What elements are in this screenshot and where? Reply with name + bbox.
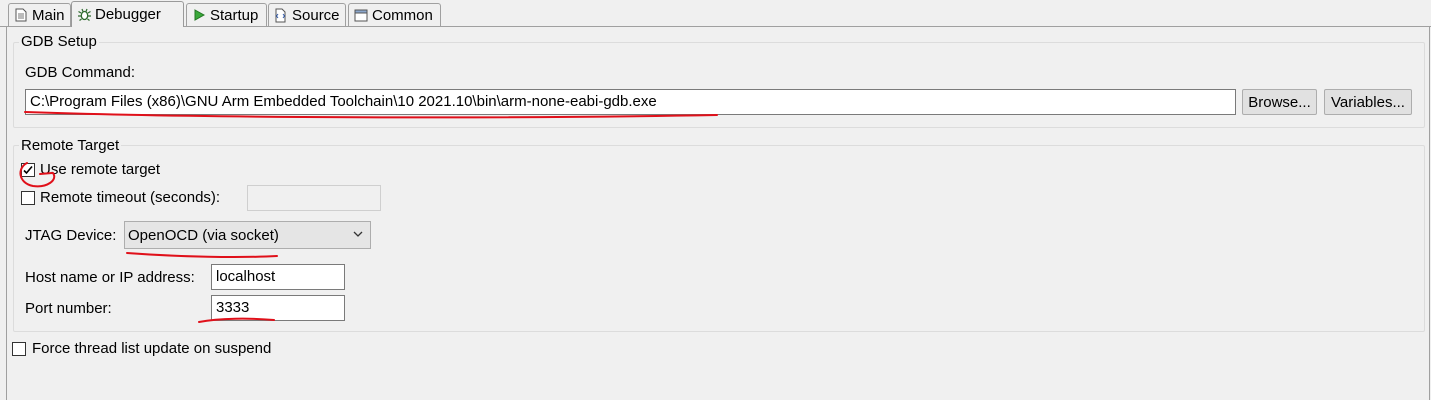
tab-label: Main: [32, 6, 65, 24]
remote-target-title: Remote Target: [19, 137, 122, 154]
jtag-device-label: JTAG Device:: [25, 227, 117, 244]
remote-timeout-label: Remote timeout (seconds):: [40, 189, 221, 206]
host-name-label: Host name or IP address:: [25, 269, 195, 286]
chevron-down-icon: [353, 231, 363, 237]
tab-common[interactable]: Common: [348, 3, 441, 26]
tab-label: Debugger: [95, 6, 161, 23]
gdb-setup-title: GDB Setup: [19, 33, 99, 50]
tab-main[interactable]: Main: [8, 3, 71, 26]
browse-button[interactable]: Browse...: [1242, 89, 1317, 115]
force-thread-update-label: Force thread list update on suspend: [32, 340, 272, 357]
remote-timeout-checkbox[interactable]: [21, 191, 35, 205]
tab-debugger[interactable]: Debugger: [71, 1, 184, 27]
port-number-input[interactable]: 3333: [211, 295, 345, 321]
tab-label: Common: [372, 6, 433, 24]
bug-icon: [76, 7, 92, 23]
use-remote-target-checkbox[interactable]: [21, 163, 35, 177]
window-icon: [353, 7, 369, 23]
host-name-input[interactable]: localhost: [211, 264, 345, 290]
play-icon: [191, 7, 207, 23]
gdb-command-label: GDB Command:: [25, 64, 136, 81]
gdb-setup-group: [13, 42, 1425, 128]
tab-startup[interactable]: Startup: [186, 3, 267, 26]
tab-label: Startup: [210, 6, 259, 24]
gdb-command-input[interactable]: C:\Program Files (x86)\GNU Arm Embedded …: [25, 89, 1236, 115]
remote-timeout-input[interactable]: [247, 185, 381, 211]
tab-bar: Main Debugger Startup Source Common: [0, 0, 1431, 27]
port-number-label: Port number:: [25, 300, 112, 317]
checkmark-icon: [23, 165, 33, 175]
jtag-device-select[interactable]: OpenOCD (via socket): [124, 221, 371, 249]
force-thread-update-checkbox[interactable]: [12, 342, 26, 356]
use-remote-target-label: Use remote target: [40, 161, 161, 178]
tab-label: Source: [292, 6, 340, 24]
document-icon: [13, 7, 29, 23]
source-icon: [273, 7, 289, 23]
tab-source[interactable]: Source: [268, 3, 346, 26]
jtag-device-value: OpenOCD (via socket): [128, 226, 279, 244]
variables-button[interactable]: Variables...: [1324, 89, 1412, 115]
